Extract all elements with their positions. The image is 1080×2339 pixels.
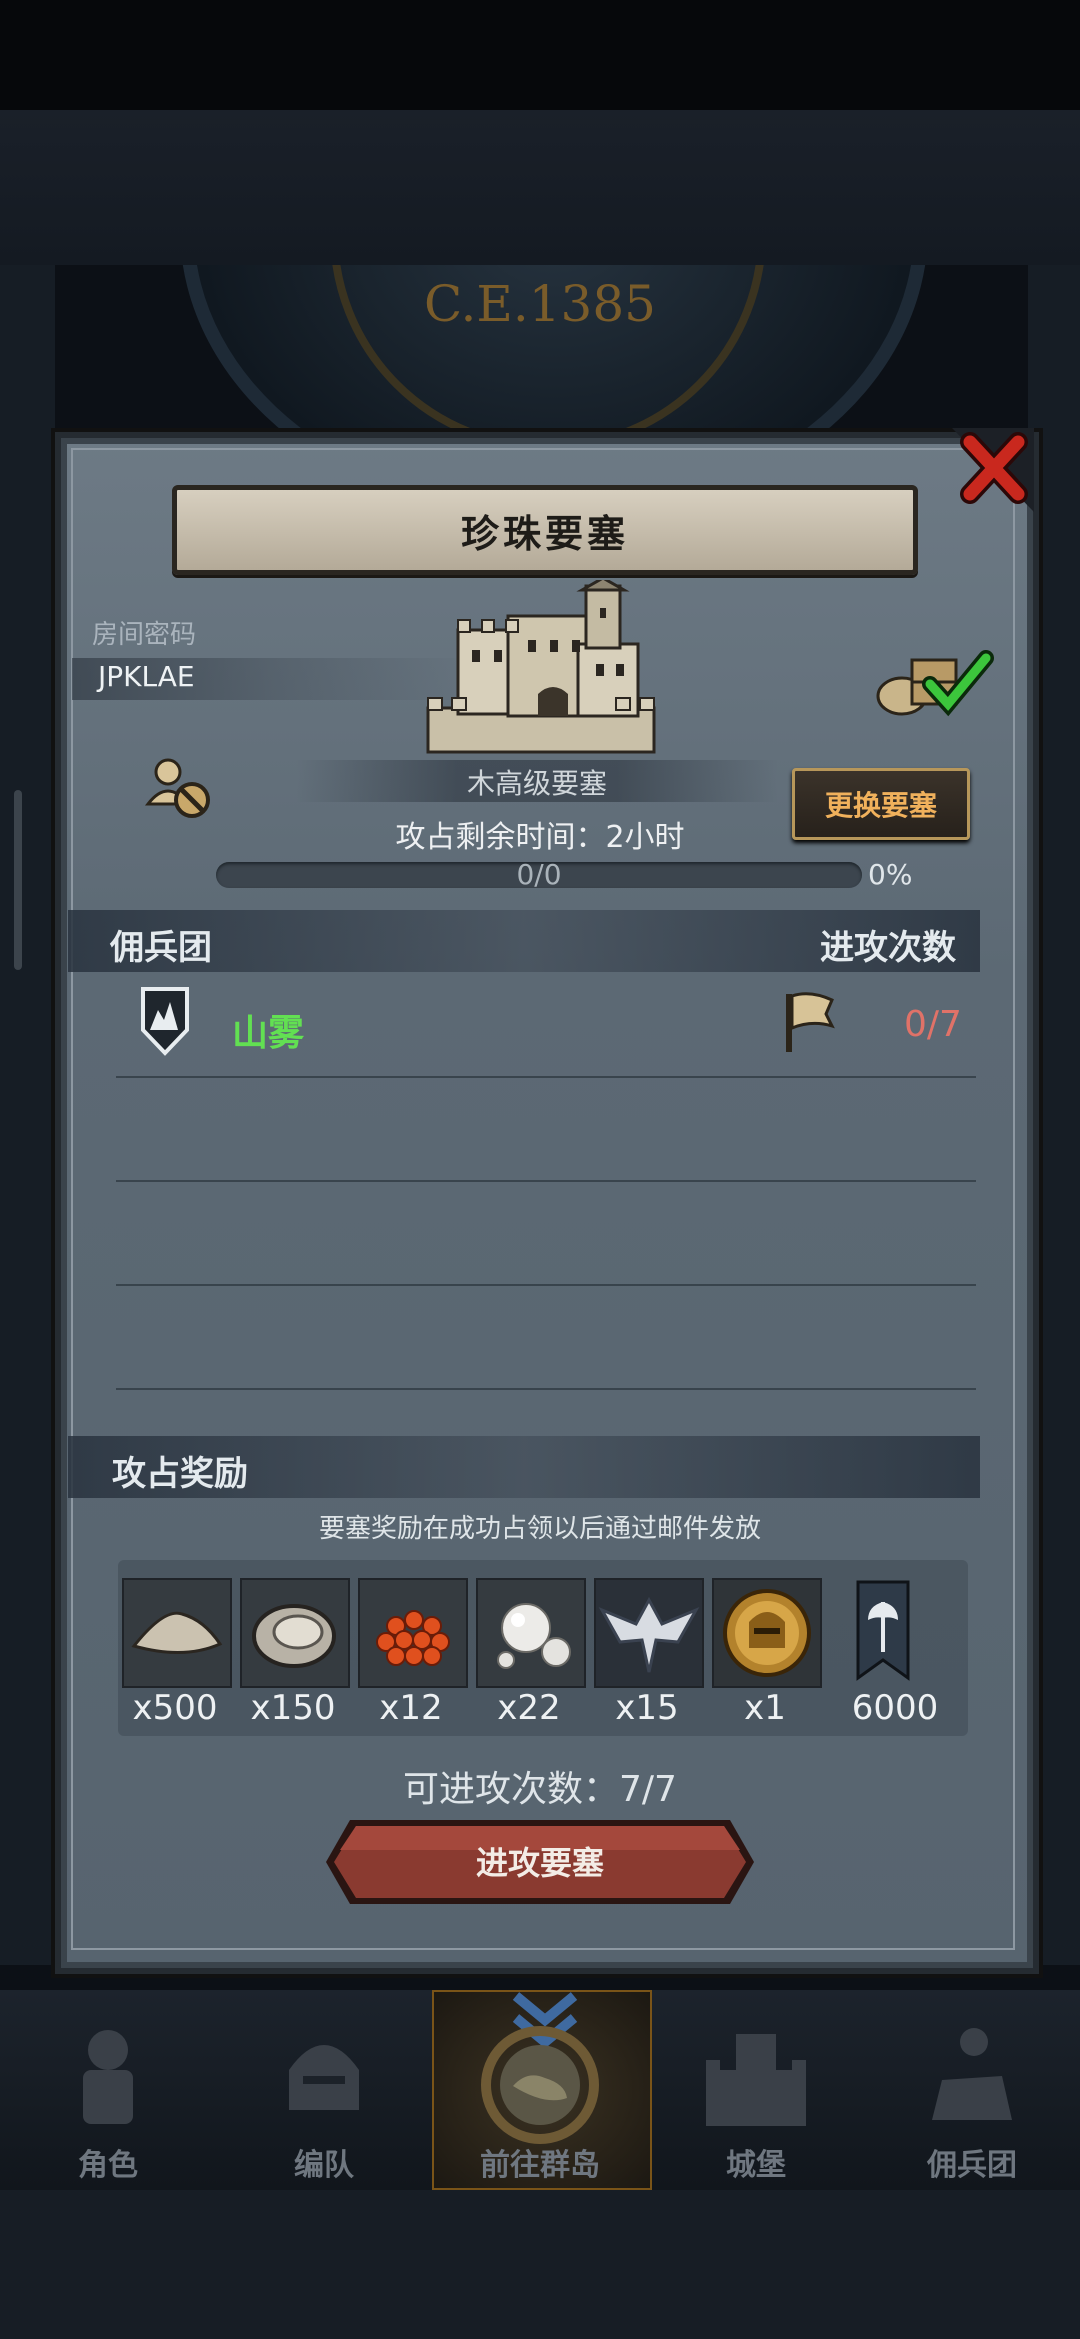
reward-qty: x15 bbox=[615, 1688, 679, 1728]
dialog-title: 珍珠要塞 bbox=[460, 511, 629, 556]
nav-label: 城堡 bbox=[726, 2148, 786, 2183]
slot-divider bbox=[116, 1076, 976, 1078]
reward-item-pearls[interactable] bbox=[476, 1578, 586, 1688]
reward-item-banner[interactable] bbox=[830, 1578, 936, 1684]
reward-qty: x1 bbox=[744, 1688, 786, 1728]
gold-helmet-medal-icon bbox=[714, 1580, 820, 1686]
shield-emblem-icon bbox=[141, 987, 189, 1056]
knight-icon bbox=[83, 2030, 133, 2124]
castle-icon bbox=[706, 2034, 806, 2126]
swap-fortress-label: 更换要塞 bbox=[824, 789, 937, 822]
reward-item-roe[interactable] bbox=[358, 1578, 468, 1688]
reward-qty: 6000 bbox=[851, 1688, 939, 1728]
mercenary-section-title: 佣兵团 bbox=[110, 928, 212, 968]
island-compass-icon bbox=[481, 2026, 599, 2144]
fish-roe-icon bbox=[360, 1580, 466, 1686]
horseman-icon bbox=[932, 2028, 1012, 2120]
background-side-left bbox=[0, 265, 55, 1965]
slot-divider bbox=[116, 1284, 976, 1286]
attack-fortress-label: 进攻要塞 bbox=[475, 1844, 604, 1882]
reward-item-sand[interactable] bbox=[122, 1578, 232, 1688]
status-bar bbox=[0, 0, 1080, 110]
nav-item-character[interactable]: 角色 bbox=[0, 2000, 216, 2190]
bottom-background bbox=[0, 2190, 1080, 2339]
nav-item-castle[interactable]: 城堡 bbox=[648, 2000, 864, 2190]
fortress-tier: 木高级要塞 bbox=[466, 767, 607, 800]
reward-qty: x22 bbox=[497, 1688, 561, 1728]
axe-banner-icon bbox=[856, 1580, 910, 1681]
room-code-value[interactable]: JPKLAE bbox=[98, 660, 195, 693]
room-code-label: 房间密码 bbox=[92, 620, 197, 650]
title-plate: 珍珠要塞 bbox=[172, 485, 918, 575]
reward-note: 要塞奖励在成功占领以后通过邮件发放 bbox=[318, 1514, 761, 1544]
nav-label: 佣兵团 bbox=[927, 2148, 1017, 2183]
flag-icon bbox=[786, 992, 835, 1052]
capture-progress-percent: 0% bbox=[868, 858, 913, 891]
nav-label: 编队 bbox=[294, 2148, 354, 2183]
nav-label: 前往群岛 bbox=[480, 2148, 600, 2183]
swap-fortress-button[interactable]: 更换要塞 bbox=[792, 768, 970, 840]
reward-item-medal[interactable] bbox=[712, 1578, 822, 1688]
time-remaining: 攻占剩余时间：2小时 bbox=[395, 820, 685, 855]
pearls-icon bbox=[478, 1580, 584, 1686]
nav-label: 角色 bbox=[78, 2148, 138, 2183]
nav-item-mercenaries[interactable]: 佣兵团 bbox=[864, 2000, 1080, 2190]
sand-pile-icon bbox=[124, 1580, 230, 1686]
era-label: C.E.1385 bbox=[423, 275, 656, 333]
reward-qty: x500 bbox=[132, 1688, 218, 1728]
fortress-castle-icon bbox=[426, 580, 656, 754]
supply-check-icon[interactable] bbox=[874, 644, 998, 718]
slot-divider bbox=[116, 1180, 976, 1182]
reward-qty: x150 bbox=[250, 1688, 336, 1728]
mercenary-row[interactable] bbox=[68, 978, 980, 1074]
helmet-icon bbox=[289, 2045, 359, 2110]
attacks-column-header: 进攻次数 bbox=[820, 928, 956, 968]
mercenary-attack-count: 0/7 bbox=[904, 1004, 962, 1045]
oyster-shell-icon bbox=[242, 1580, 348, 1686]
slot-divider bbox=[116, 1388, 976, 1390]
member-block-icon[interactable] bbox=[144, 756, 214, 822]
background-band bbox=[0, 110, 1080, 265]
nav-item-islands[interactable]: 前往群岛 bbox=[432, 2000, 648, 2190]
close-icon[interactable] bbox=[952, 428, 1034, 512]
reward-item-crest[interactable] bbox=[594, 1578, 704, 1688]
scrollbar[interactable] bbox=[14, 790, 22, 970]
reward-item-oyster[interactable] bbox=[240, 1578, 350, 1688]
nav-item-formation[interactable]: 编队 bbox=[216, 2000, 432, 2190]
reward-section-title: 攻占奖励 bbox=[112, 1454, 248, 1494]
mercenary-name: 山雾 bbox=[232, 1013, 305, 1054]
winged-crest-icon bbox=[596, 1580, 702, 1686]
capture-progress-text: 0/0 bbox=[516, 858, 562, 891]
reward-qty: x12 bbox=[379, 1688, 443, 1728]
remaining-attempts: 可进攻次数：7/7 bbox=[403, 1769, 677, 1810]
